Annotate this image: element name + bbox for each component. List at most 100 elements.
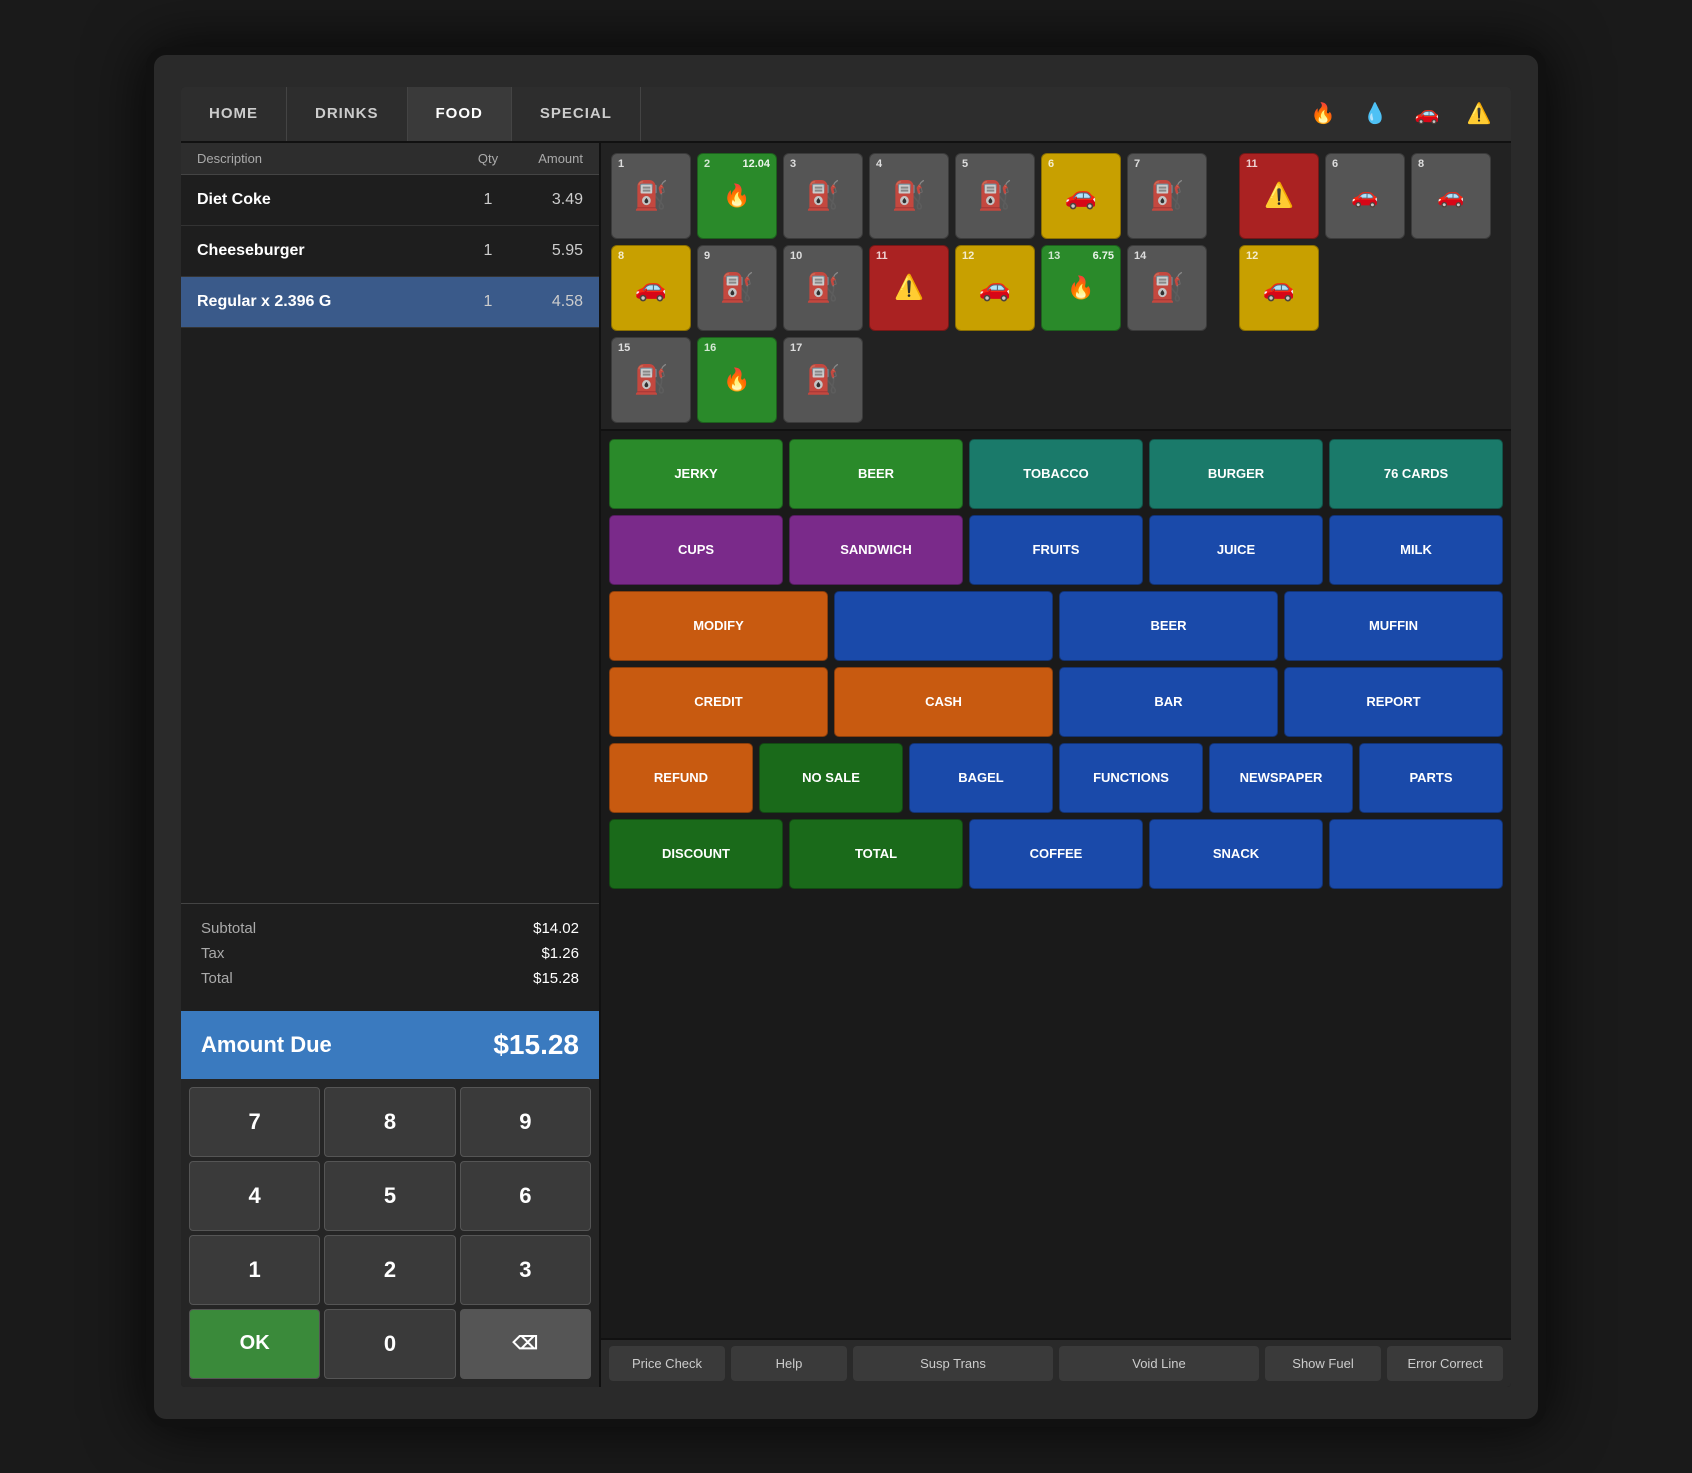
water-icon[interactable]: 💧 [1355,94,1395,134]
num-1[interactable]: 1 [189,1235,320,1305]
pump-3[interactable]: 3 ⛽ [783,153,863,239]
btn-no-sale[interactable]: NO SALE [759,743,903,813]
pump-1[interactable]: 1 ⛽ [611,153,691,239]
num-5[interactable]: 5 [324,1161,455,1231]
pump-10[interactable]: 10 ⛽ [783,245,863,331]
pump-8-icon: 🚗 [635,272,667,303]
car-icon[interactable]: 🚗 [1407,94,1447,134]
pump-6b[interactable]: 6 🚗 [1325,153,1405,239]
btn-total[interactable]: TOTAL [789,819,963,889]
num-8[interactable]: 8 [324,1087,455,1157]
num-4[interactable]: 4 [189,1161,320,1231]
btn-76cards[interactable]: 76 CARDS [1329,439,1503,509]
product-row-3: MODIFY BEER MUFFIN [609,591,1503,661]
btn-cash[interactable]: CASH [834,667,1053,737]
btn-tobacco[interactable]: TOBACCO [969,439,1143,509]
pump-17-icon: ⛽ [806,363,841,396]
btn-show-fuel[interactable]: Show Fuel [1265,1346,1381,1381]
monitor: HOME DRINKS FOOD SPECIAL 🔥 💧 🚗 ⚠️ Descri… [146,47,1546,1427]
fire-icon[interactable]: 🔥 [1303,94,1343,134]
tab-food[interactable]: FOOD [408,87,512,141]
pump-11[interactable]: 11 ⚠️ [869,245,949,331]
pump-5[interactable]: 5 ⛽ [955,153,1035,239]
btn-milk[interactable]: MILK [1329,515,1503,585]
btn-snack[interactable]: SNACK [1149,819,1323,889]
num-9[interactable]: 9 [460,1087,591,1157]
warning-icon[interactable]: ⚠️ [1459,94,1499,134]
pump-2[interactable]: 2 12.04 🔥 [697,153,777,239]
pump-9[interactable]: 9 ⛽ [697,245,777,331]
num-3[interactable]: 3 [460,1235,591,1305]
pump-3-num: 3 [790,158,796,170]
btn-modify[interactable]: MODIFY [609,591,828,661]
order-row-cheeseburger[interactable]: Cheeseburger 1 5.95 [181,226,599,277]
btn-beer-2[interactable]: BEER [1059,591,1278,661]
pump-6[interactable]: 6 🚗 [1041,153,1121,239]
pump-8[interactable]: 8 🚗 [611,245,691,331]
pump-2-num: 2 [704,158,710,170]
num-6[interactable]: 6 [460,1161,591,1231]
pump-8b[interactable]: 8 🚗 [1411,153,1491,239]
pump-15[interactable]: 15 ⛽ [611,337,691,423]
num-7[interactable]: 7 [189,1087,320,1157]
pump-17-num: 17 [790,342,802,354]
btn-juice[interactable]: JUICE [1149,515,1323,585]
tab-special[interactable]: SPECIAL [512,87,641,141]
order-row-diet-coke[interactable]: Diet Coke 1 3.49 [181,175,599,226]
btn-report[interactable]: REPORT [1284,667,1503,737]
pump-12-right[interactable]: 12 🚗 [1239,245,1319,331]
item-qty-regular-gas: 1 [463,293,513,311]
num-2[interactable]: 2 [324,1235,455,1305]
btn-credit[interactable]: CREDIT [609,667,828,737]
btn-burger[interactable]: BURGER [1149,439,1323,509]
btn-help[interactable]: Help [731,1346,847,1381]
item-name-cheeseburger: Cheeseburger [197,242,463,260]
btn-bagel[interactable]: BAGEL [909,743,1053,813]
ok-button[interactable]: OK [189,1309,320,1379]
total-row: Total $15.28 [201,970,579,987]
pump-11-warn[interactable]: 11 ⚠️ [1239,153,1319,239]
pump-17[interactable]: 17 ⛽ [783,337,863,423]
btn-bar[interactable]: BAR [1059,667,1278,737]
tab-drinks[interactable]: DRINKS [287,87,408,141]
pump-7[interactable]: 7 ⛽ [1127,153,1207,239]
btn-void-line[interactable]: Void Line [1059,1346,1259,1381]
btn-susp-trans[interactable]: Susp Trans [853,1346,1053,1381]
pump-16[interactable]: 16 🔥 [697,337,777,423]
btn-price-check[interactable]: Price Check [609,1346,725,1381]
btn-cups[interactable]: CUPS [609,515,783,585]
btn-empty-1[interactable] [834,591,1053,661]
btn-beer-1[interactable]: BEER [789,439,963,509]
product-section: JERKY BEER TOBACCO BURGER 76 CARDS CUPS … [601,431,1511,1338]
num-0[interactable]: 0 [324,1309,455,1379]
bottom-actions: Price Check Help Susp Trans Void Line Sh… [601,1338,1511,1387]
subtotal-value: $14.02 [533,920,579,937]
pump-1-num: 1 [618,158,624,170]
btn-sandwich[interactable]: SANDWICH [789,515,963,585]
pump-13[interactable]: 13 6.75 🔥 [1041,245,1121,331]
btn-fruits[interactable]: FRUITS [969,515,1143,585]
delete-button[interactable]: ⌫ [460,1309,591,1379]
screen: HOME DRINKS FOOD SPECIAL 🔥 💧 🚗 ⚠️ Descri… [181,87,1511,1387]
btn-error-correct[interactable]: Error Correct [1387,1346,1503,1381]
btn-parts[interactable]: PARTS [1359,743,1503,813]
btn-muffin[interactable]: MUFFIN [1284,591,1503,661]
tab-home[interactable]: HOME [181,87,287,141]
btn-refund[interactable]: REFUND [609,743,753,813]
pump-11-icon: ⚠️ [1264,181,1294,210]
btn-functions[interactable]: FUNCTIONS [1059,743,1203,813]
order-row-regular-gas[interactable]: Regular x 2.396 G 1 4.58 [181,277,599,328]
btn-newspaper[interactable]: NEWSPAPER [1209,743,1353,813]
pump-12-num: 12 [962,250,974,262]
product-row-1: JERKY BEER TOBACCO BURGER 76 CARDS [609,439,1503,509]
pump-3-icon: ⛽ [806,179,841,212]
btn-coffee[interactable]: COFFEE [969,819,1143,889]
pump-11-num: 11 [1246,158,1258,170]
btn-jerky[interactable]: JERKY [609,439,783,509]
item-name-diet-coke: Diet Coke [197,191,463,209]
pump-12[interactable]: 12 🚗 [955,245,1035,331]
pump-4[interactable]: 4 ⛽ [869,153,949,239]
btn-discount[interactable]: DISCOUNT [609,819,783,889]
pump-14[interactable]: 14 ⛽ [1127,245,1207,331]
btn-empty-2[interactable] [1329,819,1503,889]
